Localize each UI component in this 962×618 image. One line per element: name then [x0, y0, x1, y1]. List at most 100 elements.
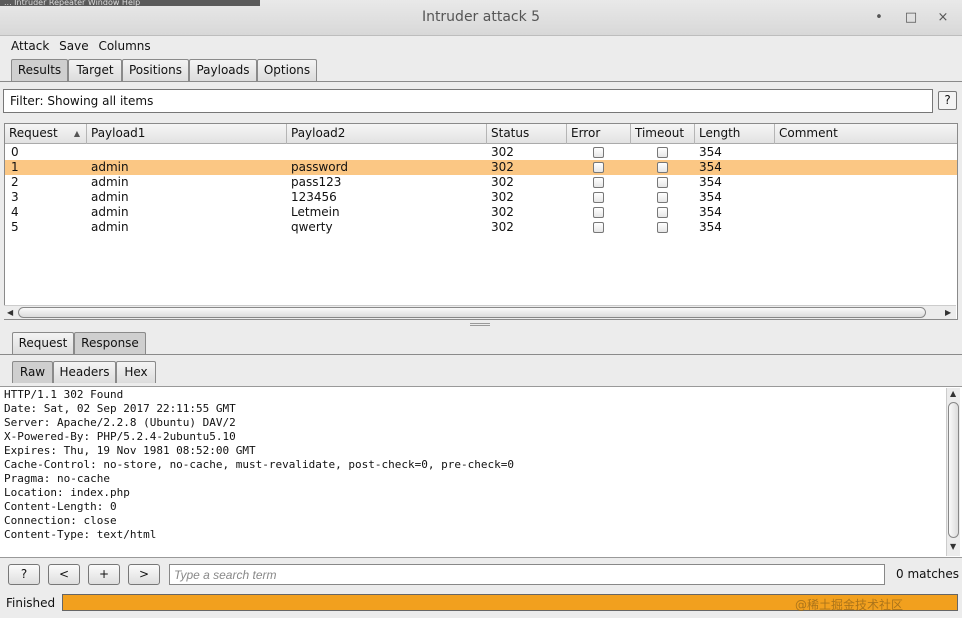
cell-request: 5 — [11, 220, 19, 234]
cell-payload2: password — [291, 160, 348, 174]
search-previous-button[interactable]: < — [48, 564, 80, 585]
status-text: Finished — [6, 596, 56, 610]
close-icon[interactable]: × — [935, 10, 951, 26]
search-help-button[interactable]: ? — [8, 564, 40, 585]
error-checkbox — [593, 207, 604, 218]
results-table: Request ▲ Payload1 Payload2 Status Error … — [4, 123, 958, 320]
timeout-checkbox — [657, 207, 668, 218]
cell-status: 302 — [491, 145, 514, 159]
column-header-timeout[interactable]: Timeout — [631, 124, 695, 144]
error-checkbox — [593, 162, 604, 173]
cell-length: 354 — [699, 205, 722, 219]
scrollbar-thumb[interactable] — [18, 307, 926, 318]
response-vertical-scrollbar[interactable]: ▲ ▼ — [946, 388, 960, 556]
cell-status: 302 — [491, 205, 514, 219]
response-line: Date: Sat, 02 Sep 2017 22:11:55 GMT — [4, 402, 236, 415]
menubar: Attack Save Columns — [0, 36, 962, 56]
table-horizontal-scrollbar[interactable]: ◀ ▶ — [4, 305, 956, 319]
cell-payload1: admin — [91, 190, 129, 204]
maximize-icon[interactable]: □ — [903, 10, 919, 26]
cell-request: 3 — [11, 190, 19, 204]
cell-length: 354 — [699, 160, 722, 174]
tab-request[interactable]: Request — [12, 332, 74, 354]
cell-status: 302 — [491, 175, 514, 189]
cell-payload2 — [289, 145, 291, 160]
cell-payload1: admin — [91, 175, 129, 189]
column-header-request[interactable]: Request ▲ — [5, 124, 87, 144]
scroll-up-icon[interactable]: ▲ — [950, 389, 956, 398]
cell-payload2: 123456 — [291, 190, 337, 204]
error-checkbox — [593, 192, 604, 203]
response-line: Location: index.php — [4, 486, 130, 499]
watermark: @稀土掘金技术社区 — [795, 598, 904, 612]
scroll-right-icon[interactable]: ▶ — [945, 308, 951, 317]
cell-payload1: admin — [91, 220, 129, 234]
filter-bar[interactable]: Filter: Showing all items — [3, 89, 933, 113]
table-row[interactable]: 0 302 354 — [5, 145, 957, 160]
cell-status: 302 — [491, 160, 514, 174]
column-header-payload1[interactable]: Payload1 — [87, 124, 287, 144]
cell-payload1: admin — [91, 205, 129, 219]
tab-raw[interactable]: Raw — [12, 361, 53, 383]
cell-length: 354 — [699, 175, 722, 189]
pane-splitter-handle[interactable] — [470, 323, 490, 326]
tab-response[interactable]: Response — [74, 332, 146, 354]
menu-attack[interactable]: Attack — [8, 37, 52, 55]
tab-positions[interactable]: Positions — [122, 59, 189, 81]
cell-status: 302 — [491, 190, 514, 204]
cell-request: 0 — [11, 145, 19, 159]
table-row[interactable]: 2 admin pass123 302 354 — [5, 175, 957, 190]
column-header-status[interactable]: Status — [487, 124, 567, 144]
cell-request: 4 — [11, 205, 19, 219]
response-line: Server: Apache/2.2.8 (Ubuntu) DAV/2 — [4, 416, 236, 429]
timeout-checkbox — [657, 147, 668, 158]
menu-save[interactable]: Save — [56, 37, 91, 55]
column-header-length[interactable]: Length — [695, 124, 775, 144]
search-add-button[interactable]: + — [88, 564, 120, 585]
search-input[interactable] — [169, 564, 885, 585]
search-next-button[interactable]: > — [128, 564, 160, 585]
minimize-icon[interactable]: • — [871, 10, 887, 26]
background-window-menu: ... Intruder Repeater Window Help — [0, 0, 260, 6]
column-header-payload2[interactable]: Payload2 — [287, 124, 487, 144]
cell-request: 1 — [11, 160, 19, 174]
table-header: Request ▲ Payload1 Payload2 Status Error … — [5, 124, 957, 144]
column-header-error[interactable]: Error — [567, 124, 631, 144]
response-line: Pragma: no-cache — [4, 472, 110, 485]
table-row[interactable]: 1 admin password 302 354 — [5, 160, 957, 175]
scroll-left-icon[interactable]: ◀ — [7, 308, 13, 317]
tab-payloads[interactable]: Payloads — [189, 59, 257, 81]
cell-request: 2 — [11, 175, 19, 189]
cell-payload2: qwerty — [291, 220, 333, 234]
tab-headers[interactable]: Headers — [53, 361, 116, 383]
response-line: Connection: close — [4, 514, 117, 527]
timeout-checkbox — [657, 192, 668, 203]
scroll-down-icon[interactable]: ▼ — [950, 542, 956, 551]
timeout-checkbox — [657, 162, 668, 173]
response-line: Content-Length: 0 — [4, 500, 117, 513]
scrollbar-thumb[interactable] — [948, 402, 959, 538]
tab-results[interactable]: Results — [11, 59, 68, 81]
cell-payload2: Letmein — [291, 205, 340, 219]
cell-status: 302 — [491, 220, 514, 234]
tab-target[interactable]: Target — [68, 59, 122, 81]
response-line: Expires: Thu, 19 Nov 1981 08:52:00 GMT — [4, 444, 256, 457]
error-checkbox — [593, 222, 604, 233]
cell-payload1 — [89, 145, 91, 160]
column-header-comment[interactable]: Comment — [775, 124, 957, 144]
table-row[interactable]: 4 admin Letmein 302 354 — [5, 205, 957, 220]
tab-hex[interactable]: Hex — [116, 361, 156, 383]
search-match-count: 0 matches — [896, 567, 960, 581]
detail-tab-divider — [0, 354, 962, 355]
table-row[interactable]: 5 admin qwerty 302 354 — [5, 220, 957, 235]
response-line: HTTP/1.1 302 Found — [4, 388, 124, 401]
filter-help-button[interactable]: ? — [938, 91, 957, 110]
cell-length: 354 — [699, 145, 722, 159]
tab-options[interactable]: Options — [257, 59, 317, 81]
window-title: Intruder attack 5 — [421, 9, 541, 25]
cell-payload1: admin — [91, 160, 129, 174]
menu-columns[interactable]: Columns — [95, 37, 153, 55]
sort-ascending-icon: ▲ — [73, 129, 80, 138]
raw-response-text[interactable]: HTTP/1.1 302 Found Date: Sat, 02 Sep 2017… — [0, 386, 962, 558]
table-row[interactable]: 3 admin 123456 302 354 — [5, 190, 957, 205]
